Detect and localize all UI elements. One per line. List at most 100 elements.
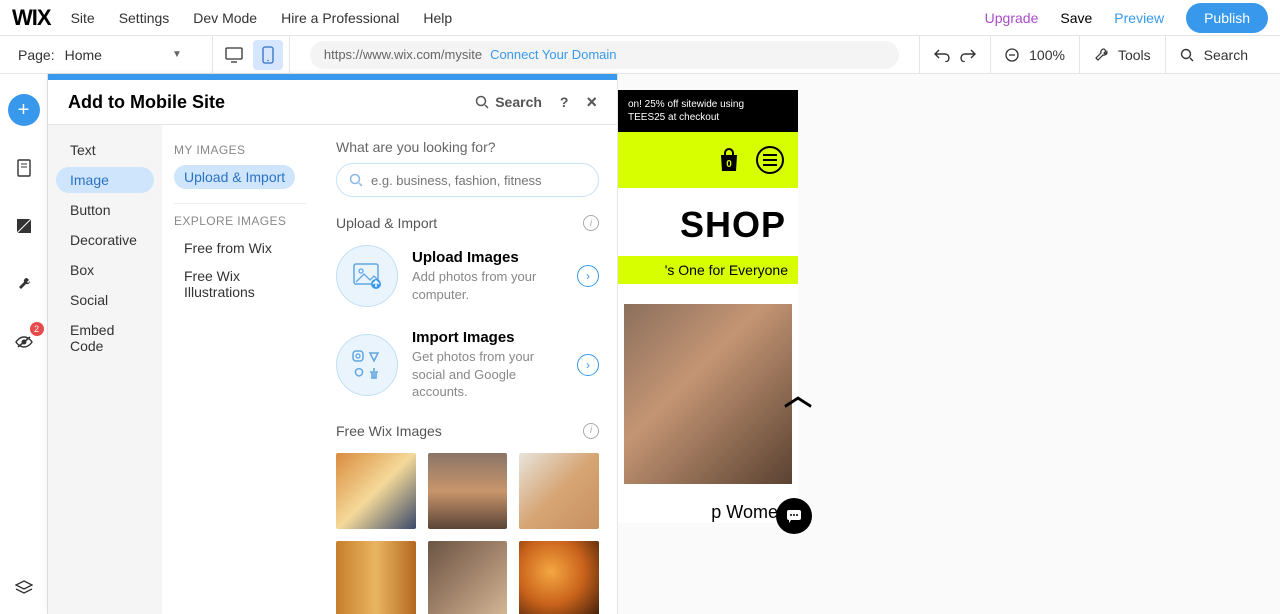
top-menu: Site Settings Dev Mode Hire a Profession…	[71, 10, 453, 26]
upload-images-card[interactable]: Upload Images Add photos from your compu…	[336, 245, 599, 307]
chat-button[interactable]	[776, 498, 812, 534]
cat-image[interactable]: Image	[56, 167, 154, 193]
image-thumb[interactable]	[428, 541, 508, 614]
panel-close-button[interactable]: ×	[586, 92, 597, 113]
sub-divider	[174, 203, 306, 204]
cat-embed[interactable]: Embed Code	[56, 317, 154, 359]
image-thumb[interactable]	[519, 541, 599, 614]
cat-decorative[interactable]: Decorative	[56, 227, 154, 253]
design-button[interactable]	[8, 210, 40, 242]
device-switcher	[212, 36, 290, 73]
page-heading: SHOP	[618, 188, 798, 256]
upload-go-button[interactable]: ›	[577, 265, 599, 287]
page-selector[interactable]: Home ▼	[65, 47, 182, 63]
promo-banner: on! 25% off sitewide using TEES25 at che…	[618, 90, 798, 132]
image-search-input[interactable]	[371, 173, 586, 188]
menu-hire[interactable]: Hire a Professional	[281, 10, 399, 26]
category-list: Text Image Button Decorative Box Social …	[48, 125, 162, 614]
undo-button[interactable]	[934, 48, 950, 62]
upload-desc: Add photos from your computer.	[412, 268, 562, 303]
settings-tool-button[interactable]	[8, 268, 40, 300]
add-element-button[interactable]: +	[8, 94, 40, 126]
mobile-preview-frame: on! 25% off sitewide using TEES25 at che…	[618, 90, 798, 523]
import-images-card[interactable]: Import Images Get photos from your socia…	[336, 329, 599, 401]
wrench-icon	[1094, 48, 1108, 62]
image-thumb[interactable]	[336, 541, 416, 614]
scroll-top-button[interactable]: ︿	[784, 374, 812, 414]
mobile-menu-button[interactable]	[756, 146, 784, 174]
panel-header: Add to Mobile Site Search ? ×	[48, 80, 617, 124]
sub-free-wix[interactable]: Free from Wix	[174, 236, 282, 260]
panel-title: Add to Mobile Site	[68, 92, 225, 113]
menu-settings[interactable]: Settings	[119, 10, 170, 26]
search-icon	[1180, 48, 1194, 62]
banner-line2: TEES25 at checkout	[628, 112, 719, 123]
image-thumb[interactable]	[519, 453, 599, 529]
sub-upload-import[interactable]: Upload & Import	[174, 165, 295, 189]
top-right-actions: Upgrade Save Preview Publish	[985, 3, 1268, 33]
cart-count: 0	[726, 159, 732, 170]
search-group[interactable]: Search	[1165, 36, 1262, 73]
image-thumb[interactable]	[428, 453, 508, 529]
pages-button[interactable]	[8, 152, 40, 184]
mobile-view-button[interactable]	[253, 40, 283, 70]
redo-button[interactable]	[960, 48, 976, 62]
cart-icon[interactable]: 0	[716, 147, 742, 173]
layers-button[interactable]	[8, 572, 40, 604]
banner-line1: on! 25% off sitewide using	[628, 99, 744, 110]
save-button[interactable]: Save	[1060, 10, 1092, 26]
panel-content: What are you looking for? Upload & Impor…	[318, 125, 617, 614]
tools-label: Tools	[1118, 47, 1151, 63]
menu-devmode[interactable]: Dev Mode	[193, 10, 257, 26]
cat-button[interactable]: Button	[56, 197, 154, 223]
wix-logo: WIX	[12, 5, 51, 31]
menu-help[interactable]: Help	[423, 10, 452, 26]
add-panel: Add to Mobile Site Search ? × Text Image…	[48, 74, 618, 614]
upload-text: Upload Images Add photos from your compu…	[412, 249, 562, 303]
product-image[interactable]: ︿	[624, 304, 792, 484]
import-go-button[interactable]: ›	[577, 354, 599, 376]
panel-search-label: Search	[495, 94, 542, 110]
cat-social[interactable]: Social	[56, 287, 154, 313]
panel-search-button[interactable]: Search	[475, 94, 542, 110]
import-text: Import Images Get photos from your socia…	[412, 329, 562, 401]
search-icon	[475, 95, 489, 109]
url-bar[interactable]: https://www.wix.com/mysite Connect Your …	[310, 41, 899, 69]
notification-badge: 2	[30, 322, 44, 336]
undo-redo-group	[919, 36, 990, 73]
category-heading: p Women	[618, 484, 798, 523]
image-search-box[interactable]	[336, 163, 599, 197]
cat-text[interactable]: Text	[56, 137, 154, 163]
site-url: https://www.wix.com/mysite	[324, 47, 482, 62]
mobile-header: 0	[618, 132, 798, 188]
upload-section-header: Upload & Import i	[336, 215, 599, 231]
upgrade-link[interactable]: Upgrade	[985, 10, 1039, 26]
panel-help-button[interactable]: ?	[560, 94, 569, 110]
upload-section-title: Upload & Import	[336, 215, 437, 231]
info-icon[interactable]: i	[583, 423, 599, 439]
info-icon[interactable]: i	[583, 215, 599, 231]
publish-button[interactable]: Publish	[1186, 3, 1268, 33]
upload-title: Upload Images	[412, 249, 562, 266]
desktop-view-button[interactable]	[219, 40, 249, 70]
preview-button[interactable]: Preview	[1114, 10, 1164, 26]
image-thumbnail-grid	[336, 453, 599, 614]
image-thumb[interactable]	[336, 453, 416, 529]
tools-group[interactable]: Tools	[1079, 36, 1165, 73]
search-icon	[349, 173, 363, 187]
zoom-level: 100%	[1029, 47, 1065, 63]
left-tool-rail: + 2	[0, 74, 48, 614]
zoom-group[interactable]: 100%	[990, 36, 1079, 73]
import-desc: Get photos from your social and Google a…	[412, 348, 562, 401]
top-menu-bar: WIX Site Settings Dev Mode Hire a Profes…	[0, 0, 1280, 36]
editor-canvas[interactable]: on! 25% off sitewide using TEES25 at che…	[618, 74, 1280, 614]
import-sources-icon	[336, 334, 398, 396]
sub-head-myimages: MY IMAGES	[174, 143, 306, 157]
subcategory-list: MY IMAGES Upload & Import EXPLORE IMAGES…	[162, 125, 318, 614]
cat-box[interactable]: Box	[56, 257, 154, 283]
connect-domain-link[interactable]: Connect Your Domain	[490, 47, 616, 62]
menu-site[interactable]: Site	[71, 10, 95, 26]
free-wix-section-header: Free Wix Images i	[336, 423, 599, 439]
hidden-elements-button[interactable]: 2	[8, 326, 40, 358]
sub-illustrations[interactable]: Free Wix Illustrations	[174, 264, 306, 304]
